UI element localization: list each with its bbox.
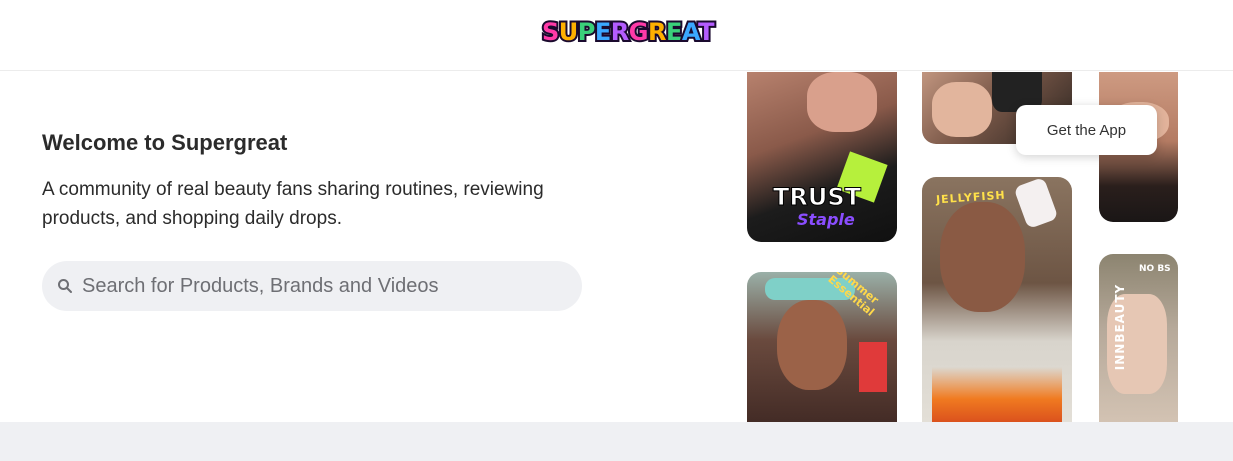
card-caption-sub: Staple: [797, 210, 855, 229]
logo-letter: E: [664, 16, 684, 48]
logo-letter: P: [576, 16, 598, 48]
card-caption-sub: NO BS: [1139, 264, 1171, 274]
logo-letter: G: [627, 16, 651, 48]
card-caption: TRUST: [773, 183, 862, 212]
logo-letter: T: [696, 16, 716, 48]
logo-letter: A: [680, 16, 701, 48]
footer-band: [0, 422, 1233, 461]
logo-letter: E: [593, 16, 613, 48]
hero-subtitle: A community of real beauty fans sharing …: [42, 179, 544, 229]
video-card-summer[interactable]: Summer Essential: [747, 272, 897, 422]
logo-letter: S: [540, 16, 561, 48]
card-caption: INNBEAUTY: [1113, 283, 1128, 371]
logo-letter: R: [646, 16, 668, 48]
search-icon: [58, 279, 72, 293]
search-bar[interactable]: [42, 261, 582, 311]
site-header: SUPERGREAT: [0, 0, 1233, 71]
logo-letter: R: [609, 16, 631, 48]
video-card-innbeauty[interactable]: INNBEAUTY NO BS: [1099, 254, 1178, 422]
logo-text: SUPERGREAT: [540, 16, 716, 48]
hero-section: Welcome to Supergreat A community of rea…: [0, 72, 1233, 422]
supergreat-logo[interactable]: SUPERGREAT: [540, 16, 716, 48]
logo-letter: U: [557, 16, 581, 48]
video-card-trust[interactable]: TRUST Staple: [747, 72, 897, 242]
video-card-jellyfish[interactable]: JELLYFISH: [922, 177, 1072, 422]
page-title: Welcome to Supergreat: [42, 130, 288, 155]
get-app-button[interactable]: Get the App: [1016, 105, 1157, 155]
search-input[interactable]: [82, 261, 562, 311]
